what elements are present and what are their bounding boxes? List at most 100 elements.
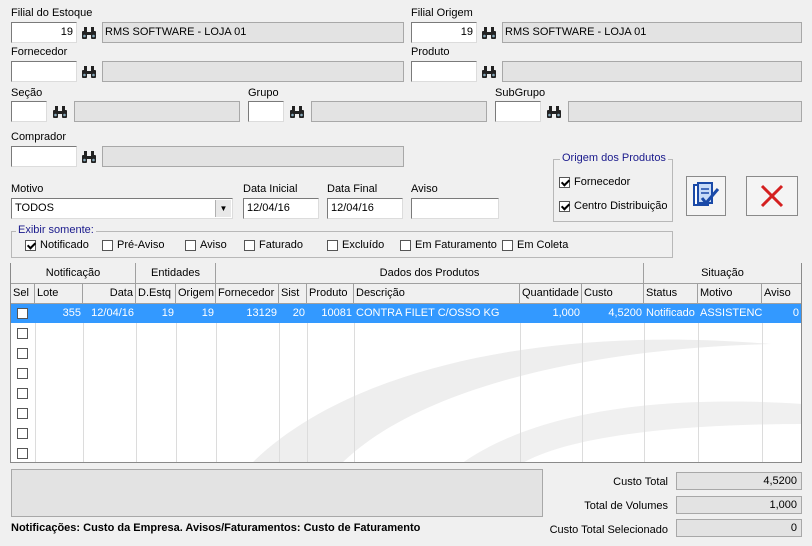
- exibir-em-coleta[interactable]: Em Coleta: [502, 239, 568, 251]
- checkbox[interactable]: [559, 200, 570, 212]
- option-label: Centro Distribuição: [574, 200, 668, 212]
- grupo-name: [311, 101, 487, 122]
- cell-origem: 19: [201, 307, 214, 319]
- comprador-input[interactable]: [11, 146, 77, 167]
- subgrupo-name: [568, 101, 802, 122]
- confirm-button[interactable]: [686, 176, 726, 216]
- col-sel[interactable]: Sel: [11, 284, 35, 304]
- binoculars-icon[interactable]: [478, 61, 500, 82]
- row-select-checkbox[interactable]: [17, 308, 28, 319]
- row-select-checkbox[interactable]: [17, 368, 28, 379]
- checkbox[interactable]: [102, 239, 113, 251]
- grid-group-notificacao: Notificação: [11, 263, 136, 284]
- checkbox[interactable]: [327, 239, 338, 251]
- chevron-down-icon[interactable]: ▼: [215, 200, 231, 217]
- exibir-pre-aviso[interactable]: Pré-Aviso: [102, 239, 164, 251]
- col-destq[interactable]: D.Estq: [136, 284, 176, 304]
- checkbox[interactable]: [185, 239, 196, 251]
- fornecedor-label: Fornecedor: [11, 46, 68, 58]
- filial-estoque-label: Filial do Estoque: [11, 7, 93, 19]
- subgrupo-input[interactable]: [495, 101, 541, 122]
- binoculars-icon[interactable]: [286, 101, 308, 122]
- data-final-label: Data Final: [327, 183, 378, 195]
- col-motivo[interactable]: Motivo: [698, 284, 762, 304]
- row-select-checkbox[interactable]: [17, 428, 28, 439]
- col-produto[interactable]: Produto: [307, 284, 354, 304]
- col-descricao[interactable]: Descrição: [354, 284, 520, 304]
- checkbox[interactable]: [244, 239, 255, 251]
- row-select-checkbox[interactable]: [17, 408, 28, 419]
- origem-fornecedor-option[interactable]: Fornecedor: [559, 176, 630, 188]
- fornecedor-name: [102, 61, 404, 82]
- table-row[interactable]: 355 12/04/16 19 19 13129 20 10081 CONTRA…: [11, 304, 801, 323]
- row-select-checkbox[interactable]: [17, 348, 28, 359]
- col-quantidade[interactable]: Quantidade: [520, 284, 582, 304]
- cell-custo: 4,5200: [608, 307, 642, 319]
- binoculars-icon[interactable]: [78, 22, 100, 43]
- option-label: Pré-Aviso: [117, 239, 165, 251]
- cell-status: Notificado: [646, 307, 695, 319]
- grid-group-situacao: Situação: [644, 263, 801, 284]
- filial-estoque-input[interactable]: 19: [11, 22, 77, 43]
- row-select-checkbox[interactable]: [17, 328, 28, 339]
- secao-input[interactable]: [11, 101, 47, 122]
- col-aviso[interactable]: Aviso: [762, 284, 801, 304]
- checkbox[interactable]: [25, 239, 36, 251]
- cell-motivo: ASSISTENCIA: [700, 307, 762, 319]
- comprador-name: [102, 146, 404, 167]
- data-inicial-label: Data Inicial: [243, 183, 298, 195]
- produto-input[interactable]: [411, 61, 477, 82]
- filial-origem-label: Filial Origem: [411, 7, 473, 19]
- binoculars-icon[interactable]: [543, 101, 565, 122]
- total-volumes-value: 1,000: [676, 496, 802, 514]
- produto-name: [502, 61, 802, 82]
- custo-selecionado-value: 0: [676, 519, 802, 537]
- checkbox[interactable]: [502, 239, 513, 251]
- col-custo[interactable]: Custo: [582, 284, 644, 304]
- cancel-button[interactable]: [746, 176, 798, 216]
- cell-data: 12/04/16: [91, 307, 134, 319]
- binoculars-icon[interactable]: [78, 61, 100, 82]
- origem-cd-option[interactable]: Centro Distribuição: [559, 200, 668, 212]
- data-inicial-input[interactable]: 12/04/16: [243, 198, 319, 219]
- exibir-excluido[interactable]: Excluído: [327, 239, 384, 251]
- checkbox[interactable]: [559, 176, 570, 188]
- exibir-em-faturamento[interactable]: Em Faturamento: [400, 239, 497, 251]
- filial-origem-input[interactable]: 19: [411, 22, 477, 43]
- cell-sist: 20: [292, 307, 305, 319]
- grupo-input[interactable]: [248, 101, 284, 122]
- col-status[interactable]: Status: [644, 284, 698, 304]
- checkbox[interactable]: [400, 239, 411, 251]
- grid-lines: [11, 304, 801, 462]
- motivo-select[interactable]: TODOS ▼: [11, 198, 233, 219]
- exibir-faturado[interactable]: Faturado: [244, 239, 303, 251]
- option-label: Em Faturamento: [415, 239, 497, 251]
- close-icon: [760, 184, 784, 208]
- binoculars-icon[interactable]: [78, 146, 100, 167]
- row-select-checkbox[interactable]: [17, 448, 28, 459]
- data-final-input[interactable]: 12/04/16: [327, 198, 403, 219]
- binoculars-icon[interactable]: [478, 22, 500, 43]
- motivo-value: TODOS: [15, 202, 54, 214]
- col-lote[interactable]: Lote: [35, 284, 83, 304]
- col-fornecedor[interactable]: Fornecedor: [216, 284, 279, 304]
- binoculars-icon[interactable]: [49, 101, 71, 122]
- custo-total-value: 4,5200: [676, 472, 802, 490]
- aviso-input[interactable]: [411, 198, 499, 219]
- cell-produto: 10081: [321, 307, 352, 319]
- exibir-aviso[interactable]: Aviso: [185, 239, 227, 251]
- col-origem[interactable]: Origem: [176, 284, 216, 304]
- col-sist[interactable]: Sist: [279, 284, 307, 304]
- origem-produtos-title: Origem dos Produtos: [560, 152, 668, 164]
- option-label: Excluído: [342, 239, 385, 251]
- grupo-label: Grupo: [248, 87, 279, 99]
- row-select-checkbox[interactable]: [17, 388, 28, 399]
- col-data[interactable]: Data: [83, 284, 136, 304]
- cell-descricao: CONTRA FILET C/OSSO KG: [356, 307, 500, 319]
- exibir-notificado[interactable]: Notificado: [25, 239, 89, 251]
- option-label: Em Coleta: [517, 239, 569, 251]
- filial-origem-name: RMS SOFTWARE - LOJA 01: [502, 22, 802, 43]
- produto-label: Produto: [411, 46, 450, 58]
- fornecedor-input[interactable]: [11, 61, 77, 82]
- grid-group-dados-produtos: Dados dos Produtos: [216, 263, 644, 284]
